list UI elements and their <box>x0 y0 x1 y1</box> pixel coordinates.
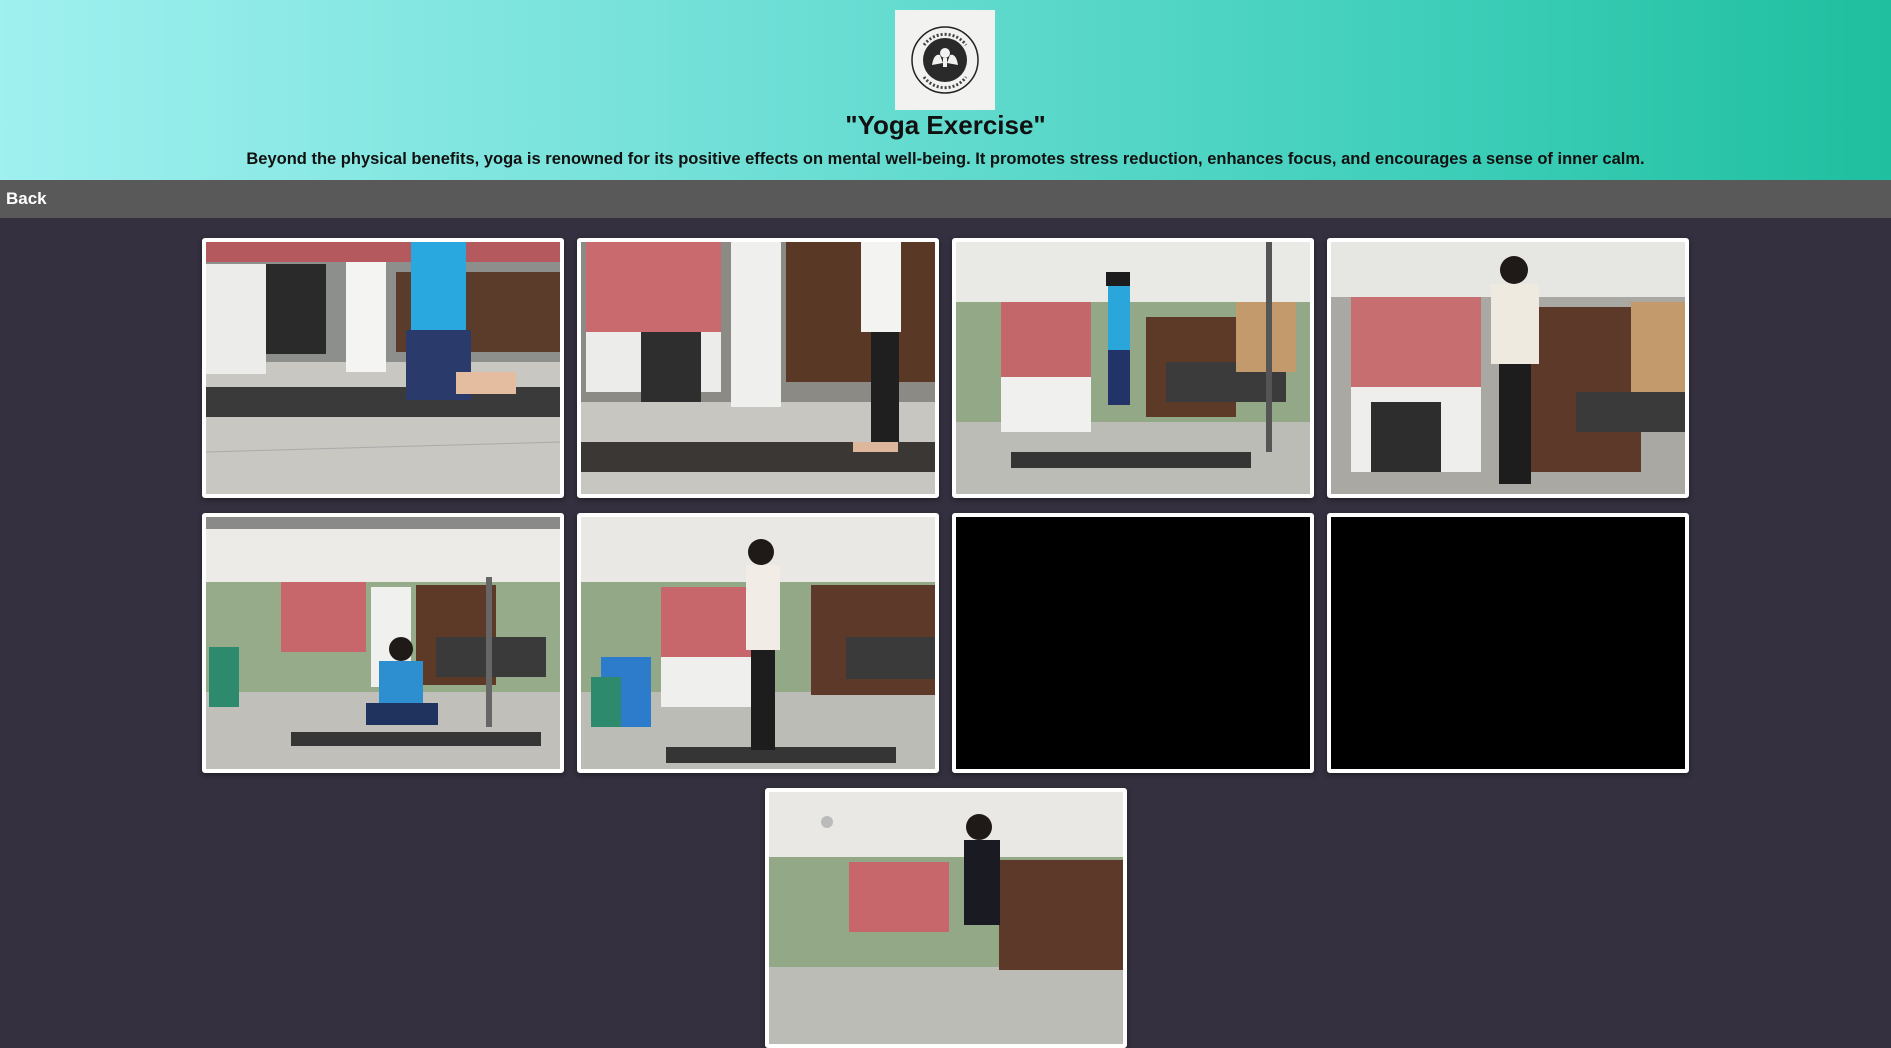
video-thumbnail <box>581 242 935 494</box>
page-header: "Yoga Exercise" Beyond the physical bene… <box>0 0 1891 180</box>
video-thumbnail <box>581 517 935 769</box>
we-care-logo-icon <box>895 10 995 110</box>
video-blank-frame <box>1331 517 1685 769</box>
video-thumbnail <box>1331 242 1685 494</box>
navigation-bar: Back <box>0 180 1891 218</box>
video-tile-standing-pose-wide[interactable] <box>952 238 1314 498</box>
logo-graphic <box>911 26 979 94</box>
page-description: Beyond the physical benefits, yoga is re… <box>246 150 1645 168</box>
video-tile-blank-2[interactable] <box>1327 513 1689 773</box>
video-blank-frame <box>956 517 1310 769</box>
video-tile-standing-look-up[interactable] <box>577 513 939 773</box>
video-tile-blank-1[interactable] <box>952 513 1314 773</box>
video-thumbnail <box>206 242 560 494</box>
video-thumbnail <box>956 242 1310 494</box>
video-tile-seated-cross-legged[interactable] <box>202 513 564 773</box>
video-tile-standing-pose-front[interactable] <box>1327 238 1689 498</box>
video-thumbnail <box>769 792 1123 1044</box>
video-tile-standing-pose-partial[interactable] <box>765 788 1127 1048</box>
video-thumbnail <box>206 517 560 769</box>
page-title: "Yoga Exercise" <box>845 110 1046 140</box>
video-tile-kneeling-pose[interactable] <box>202 238 564 498</box>
video-tile-standing-pose-side[interactable] <box>577 238 939 498</box>
back-button[interactable]: Back <box>6 189 47 209</box>
